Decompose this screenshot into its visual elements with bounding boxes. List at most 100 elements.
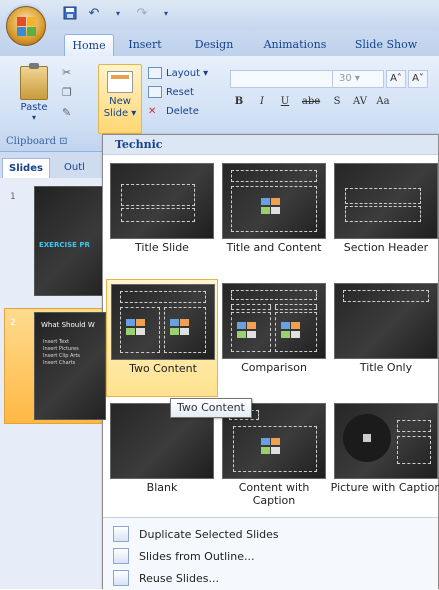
content-icons [126, 319, 154, 341]
office-logo-icon [17, 17, 37, 37]
slide-commands: Layout ▾ Reset ✕ Delete [148, 66, 208, 118]
new-slide-label: New [109, 96, 131, 107]
reset-label: Reset [166, 86, 194, 98]
layout-name: Blank [146, 481, 178, 494]
italic-button[interactable]: I [253, 96, 271, 107]
picture-icon [363, 434, 371, 442]
layout-title-and-content[interactable]: Title and Content [218, 159, 330, 277]
title-placeholder [120, 291, 206, 303]
bold-button[interactable]: B [230, 96, 248, 107]
chevron-down-icon: ▾ [31, 113, 36, 122]
layout-title-only[interactable]: Title Only [330, 279, 439, 397]
layout-section-header[interactable]: Section Header [330, 159, 439, 277]
tab-animations[interactable]: Animations [254, 34, 336, 56]
layout-name: Content with Caption [238, 481, 310, 507]
layout-gallery: Technic Title Slide Title and Content Se… [102, 134, 439, 590]
layout-label: Layout ▾ [166, 67, 209, 79]
slide-bullet: Insert Charts [43, 360, 76, 366]
customize-icon[interactable]: ▾ [158, 6, 174, 22]
tab-design[interactable]: Design [186, 34, 242, 56]
layout-button[interactable]: Layout ▾ [148, 66, 208, 80]
cut-icon[interactable]: ✂ [62, 66, 76, 80]
underline-button[interactable]: U [276, 96, 294, 107]
undo-dropdown-icon[interactable]: ▾ [110, 6, 126, 22]
title-placeholder [343, 290, 429, 302]
new-slide-dropdown-label: Slide ▾ [103, 108, 137, 119]
layout-two-content[interactable]: Two Content [106, 279, 218, 397]
outline-icon [113, 548, 129, 564]
slide-bullet: Insert Pictures [43, 346, 79, 352]
layout-title-slide[interactable]: Title Slide [106, 159, 218, 277]
duplicate-icon [113, 526, 129, 542]
paste-button[interactable]: Paste ▾ [18, 63, 50, 122]
layout-picture-with-caption[interactable]: Picture with Caption [330, 399, 439, 517]
format-painter-icon[interactable]: ✎ [62, 106, 76, 120]
font-size-buttons: A˄ A˅ [386, 70, 428, 88]
redo-icon[interactable]: ↷ [134, 6, 150, 22]
change-case-button[interactable]: Aa [374, 96, 392, 107]
copy-icon[interactable]: ❐ [62, 86, 76, 100]
title-placeholder [345, 188, 421, 204]
duplicate-label: Duplicate Selected Slides [139, 527, 279, 541]
reuse-slides-item[interactable]: Reuse Slides... [113, 568, 219, 588]
content-icons [261, 198, 289, 220]
layout-name: Section Header [343, 241, 429, 254]
content-icons [281, 322, 309, 344]
ribbon-tabs: Home Insert Design Animations Slide Show [0, 30, 439, 56]
clipboard-icon [20, 63, 48, 100]
reuse-label: Reuse Slides... [139, 571, 219, 585]
slides-from-outline-item[interactable]: Slides from Outline... [113, 546, 254, 566]
shadow-button[interactable]: S [328, 96, 346, 107]
text-placeholder [397, 436, 431, 464]
clipboard-small-buttons: ✂ ❐ ✎ [62, 66, 76, 120]
tab-slide-show[interactable]: Slide Show [346, 34, 426, 56]
title-placeholder [231, 170, 317, 182]
reset-button[interactable]: Reset [148, 85, 208, 99]
delete-button[interactable]: ✕ Delete [148, 104, 208, 118]
left-heading-placeholder [231, 304, 271, 310]
text-placeholder [345, 206, 421, 222]
dialog-launcher-icon[interactable]: ⊡ [59, 136, 67, 147]
format-buttons: B I U abe S AV Aa [230, 96, 392, 107]
layout-thumbnail [334, 283, 438, 359]
slide-thumbnail-2[interactable]: What Should W Insert Text Insert Picture… [34, 312, 106, 420]
save-icon[interactable] [62, 6, 78, 22]
spacing-button[interactable]: AV [351, 96, 369, 107]
right-heading-placeholder [275, 304, 317, 310]
slide-number: 1 [10, 192, 16, 202]
font-size-input[interactable]: 30 ▾ [332, 70, 384, 88]
tooltip: Two Content [170, 398, 252, 418]
slide-number: 2 [10, 318, 16, 328]
layout-name: Picture with Caption [330, 481, 439, 494]
layout-comparison[interactable]: Comparison [218, 279, 330, 397]
subtitle-placeholder [121, 208, 195, 222]
strikethrough-button[interactable]: abe [299, 96, 323, 107]
slide-thumbnail-1[interactable]: EXERCISE PR [34, 186, 106, 296]
duplicate-slides-item[interactable]: Duplicate Selected Slides [113, 524, 279, 544]
layout-thumbnail [222, 283, 326, 359]
reset-icon [148, 86, 162, 98]
layout-name: Title Slide [135, 241, 189, 254]
reuse-icon [113, 570, 129, 586]
title-placeholder [231, 290, 317, 300]
new-slide-button[interactable]: New Slide ▾ [98, 64, 142, 134]
clipboard-group-label: Clipboard ⊡ [6, 136, 68, 147]
layout-thumbnail [334, 403, 438, 479]
office-button[interactable] [6, 6, 46, 46]
tab-slides[interactable]: Slides [2, 158, 50, 178]
font-size-value: 30 [339, 73, 352, 84]
layout-icon [148, 67, 162, 79]
gallery-menu: Duplicate Selected Slides Slides from Ou… [103, 517, 438, 590]
tab-home[interactable]: Home [64, 34, 114, 56]
tab-outline[interactable]: Outl [58, 158, 91, 178]
from-outline-label: Slides from Outline... [139, 549, 255, 563]
tab-insert[interactable]: Insert [122, 34, 168, 56]
grow-font-button[interactable]: A˄ [386, 70, 406, 88]
layout-thumbnail [222, 163, 326, 239]
delete-label: Delete [166, 105, 199, 117]
undo-icon[interactable]: ↶ [86, 6, 102, 22]
shrink-font-button[interactable]: A˅ [408, 70, 428, 88]
pane-tabs: Slides Outl [0, 158, 104, 178]
slide-title: What Should W [41, 321, 95, 329]
content-icons [261, 438, 289, 460]
